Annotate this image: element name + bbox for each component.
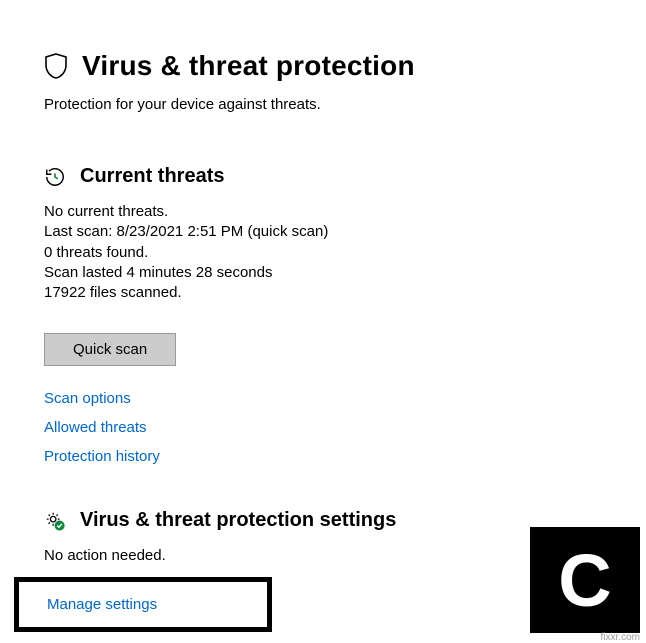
page-subtitle: Protection for your device against threa… <box>44 96 646 113</box>
page-header: Virus & threat protection <box>44 50 646 82</box>
manage-settings-link[interactable]: Manage settings <box>47 596 157 613</box>
gear-check-icon <box>44 510 66 532</box>
allowed-threats-link[interactable]: Allowed threats <box>44 419 147 436</box>
scan-duration-text: Scan lasted 4 minutes 28 seconds <box>44 263 646 283</box>
manage-settings-highlight: Manage settings <box>14 577 272 632</box>
watermark-text: fixxr.com <box>601 632 640 643</box>
protection-settings-title: Virus & threat protection settings <box>80 509 396 532</box>
shield-icon <box>44 52 68 80</box>
current-threats-title: Current threats <box>80 165 224 188</box>
last-scan-text: Last scan: 8/23/2021 2:51 PM (quick scan… <box>44 222 646 242</box>
threats-found-text: 0 threats found. <box>44 243 646 263</box>
no-threats-text: No current threats. <box>44 202 646 222</box>
history-icon <box>44 166 66 188</box>
protection-history-link[interactable]: Protection history <box>44 448 160 465</box>
files-scanned-text: 17922 files scanned. <box>44 283 646 303</box>
threat-status-block: No current threats. Last scan: 8/23/2021… <box>44 202 646 303</box>
scan-options-link[interactable]: Scan options <box>44 390 131 407</box>
quick-scan-button[interactable]: Quick scan <box>44 333 176 366</box>
page-title: Virus & threat protection <box>82 50 415 82</box>
corner-logo: C <box>530 527 640 633</box>
current-threats-header: Current threats <box>44 165 646 188</box>
logo-c-glyph: C <box>558 538 611 623</box>
